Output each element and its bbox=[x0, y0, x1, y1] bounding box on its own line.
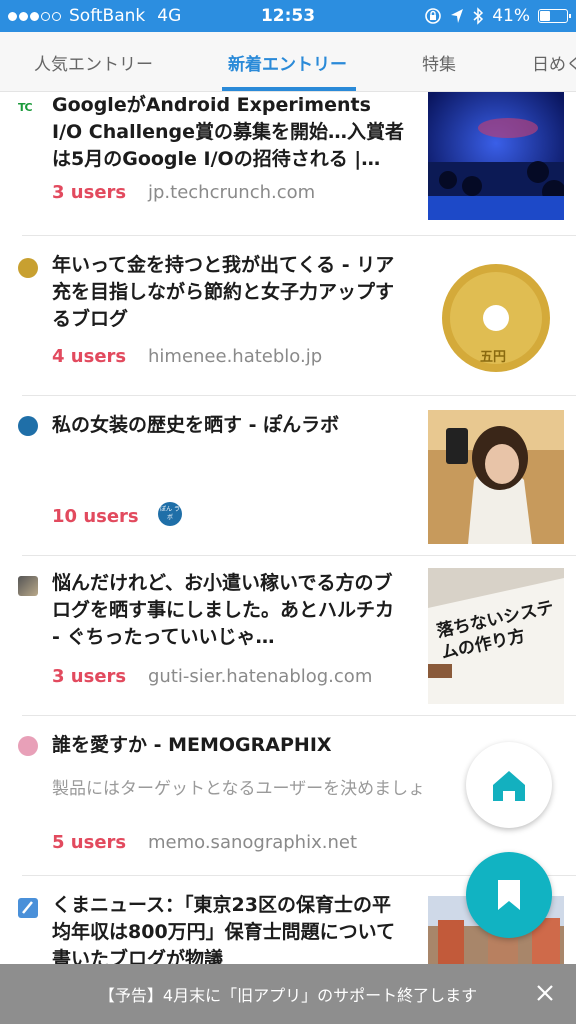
memographix-favicon-icon bbox=[18, 736, 38, 756]
entry-domain: himenee.hateblo.jp bbox=[148, 346, 323, 367]
entry-title[interactable]: くまニュース：「東京23区の保育士の平均年収は800万円」保育士問題について書い… bbox=[52, 892, 404, 964]
entry-item[interactable]: 私の女装の歴史を晒す - ぽんラボ 10 users ぽん ラボ bbox=[0, 396, 576, 556]
entry-item[interactable]: 悩んだけれど、お小遣い稼いでる方のブログを晒す事にしました。あとハルチカ - ぐ… bbox=[0, 556, 576, 716]
entry-users[interactable]: 3 users bbox=[52, 666, 126, 687]
signal-strength-icon bbox=[8, 11, 61, 21]
entry-title[interactable]: 悩んだけれど、お小遣い稼いでる方のブログを晒す事にしました。あとハルチカ - ぐ… bbox=[52, 570, 404, 651]
entry-thumbnail bbox=[428, 410, 564, 544]
orientation-lock-icon bbox=[425, 8, 442, 24]
site-badge-icon: ぽん ラボ bbox=[158, 502, 182, 526]
entry-users[interactable]: 3 users bbox=[52, 182, 126, 203]
tab-popular[interactable]: 人気エントリー bbox=[34, 32, 153, 91]
battery-percent: 41% bbox=[492, 6, 530, 26]
kuma-news-favicon-icon bbox=[18, 898, 38, 918]
entry-domain: jp.techcrunch.com bbox=[148, 182, 316, 203]
entry-thumbnail: 五円 bbox=[428, 256, 564, 384]
ponlabo-favicon-icon bbox=[18, 416, 38, 436]
entry-domain: guti-sier.hatenablog.com bbox=[148, 666, 373, 687]
coin-favicon-icon bbox=[18, 258, 38, 278]
entry-list: TC GoogleがAndroid Experiments I/O Challe… bbox=[0, 92, 576, 964]
network-type: 4G bbox=[157, 6, 182, 26]
coin-text: 五円 bbox=[480, 350, 507, 365]
entry-title[interactable]: 私の女装の歴史を晒す - ぽんラボ bbox=[52, 412, 404, 439]
status-bar: SoftBank 4G 12:53 41% bbox=[0, 0, 576, 32]
status-right: 41% bbox=[424, 6, 571, 26]
bookmark-icon bbox=[498, 880, 520, 910]
entry-title[interactable]: 誰を愛すか - MEMOGRAPHIX bbox=[52, 732, 404, 759]
entry-users[interactable]: 4 users bbox=[52, 346, 126, 367]
entry-item[interactable]: TC GoogleがAndroid Experiments I/O Challe… bbox=[0, 92, 576, 236]
banner-text: 【予告】4月末に「旧アプリ」のサポート終了します bbox=[98, 986, 478, 1005]
entry-item[interactable]: 年いって金を持つと我が出てくる - リア充を目指しながら節約と女子力アップするブ… bbox=[0, 236, 576, 396]
entry-title[interactable]: GoogleがAndroid Experiments I/O Challenge… bbox=[52, 92, 404, 173]
blog-favicon-icon bbox=[18, 576, 38, 596]
entry-users[interactable]: 5 users bbox=[52, 832, 126, 853]
entry-title[interactable]: 年いって金を持つと我が出てくる - リア充を目指しながら節約と女子力アップするブ… bbox=[52, 252, 404, 333]
entry-description: 製品にはターゲットとなるユーザーを決めましょ bbox=[52, 779, 426, 799]
category-tabs: 人気エントリー 新着エントリー 特集 日めく bbox=[0, 32, 576, 92]
battery-icon bbox=[538, 9, 571, 23]
tab-new[interactable]: 新着エントリー bbox=[228, 32, 347, 91]
entry-domain: memo.sanographix.net bbox=[148, 832, 357, 853]
active-tab-indicator bbox=[222, 87, 356, 91]
entry-users[interactable]: 10 users bbox=[52, 506, 139, 527]
location-arrow-icon bbox=[451, 9, 464, 23]
home-button[interactable] bbox=[466, 742, 552, 828]
entry-thumbnail: 落ちないシステムの作り方 bbox=[428, 568, 564, 704]
tab-features[interactable]: 特集 bbox=[422, 32, 456, 91]
bluetooth-icon bbox=[473, 7, 484, 25]
entry-thumbnail bbox=[428, 92, 564, 220]
notice-banner[interactable]: 【予告】4月末に「旧アプリ」のサポート終了します bbox=[0, 964, 576, 1024]
carrier-name: SoftBank bbox=[69, 6, 146, 26]
bookmark-button[interactable] bbox=[466, 852, 552, 938]
tab-daily[interactable]: 日めく bbox=[532, 32, 576, 91]
techcrunch-favicon-icon: TC bbox=[18, 96, 40, 114]
home-icon bbox=[493, 771, 525, 801]
close-icon[interactable] bbox=[534, 982, 556, 1004]
status-left: SoftBank 4G bbox=[8, 6, 208, 26]
